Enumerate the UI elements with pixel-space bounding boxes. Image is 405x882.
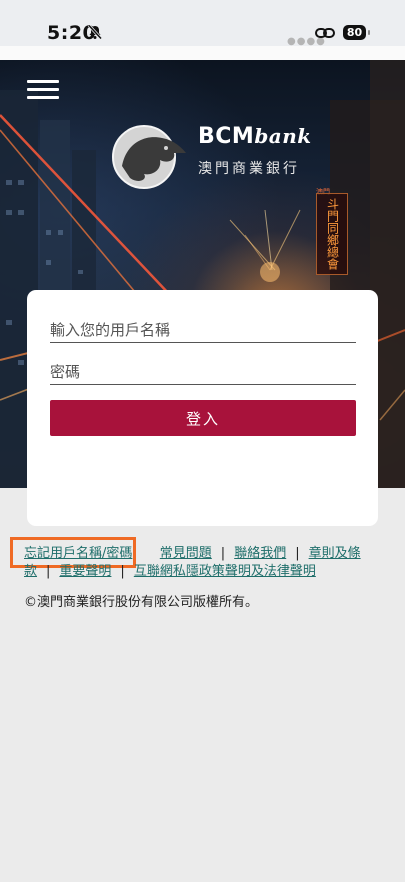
logo-english-main: BCM	[198, 124, 255, 149]
password-input[interactable]	[50, 360, 356, 385]
bell-muted-icon	[87, 24, 103, 40]
contact-link[interactable]: 聯絡我們	[234, 546, 286, 561]
link-icon	[315, 28, 335, 38]
footer-links: 忘記用戶名稱/密碼|常見問題|聯絡我們|章則及條款|重要聲明|互聯網私隱政策聲明…	[24, 545, 376, 581]
copyright-text: ©澳門商業銀行股份有限公司版權所有。	[24, 595, 259, 610]
battery-tip	[368, 30, 370, 35]
status-bar: 5:20 ●●●● 80	[0, 0, 405, 47]
separator: |	[120, 564, 125, 579]
menu-icon[interactable]	[27, 80, 59, 100]
privacy-legal-link[interactable]: 互聯網私隱政策聲明及法律聲明	[134, 564, 316, 579]
battery-icon: 80	[343, 25, 366, 40]
separator: |	[295, 546, 300, 561]
dragon-icon	[112, 125, 186, 189]
faq-link[interactable]: 常見問題	[160, 546, 212, 561]
top-strip	[0, 46, 405, 60]
bcm-logo: BCMbank 澳門商業銀行	[108, 120, 318, 190]
logo-english-sub: bank	[254, 124, 312, 148]
neon-sign-text: 斗門同鄉總會	[325, 198, 340, 270]
login-card: 登入	[27, 290, 378, 526]
separator: |	[220, 546, 226, 561]
neon-sign: 斗門同鄉總會	[316, 193, 348, 275]
separator: |	[46, 564, 51, 579]
logo-english: BCMbank	[198, 124, 312, 149]
forgot-credentials-link[interactable]: 忘記用戶名稱/密碼	[24, 546, 132, 561]
logo-chinese: 澳門商業銀行	[198, 161, 300, 177]
login-button[interactable]: 登入	[50, 400, 356, 436]
username-input[interactable]	[50, 318, 356, 343]
notice-link[interactable]: 重要聲明	[59, 564, 111, 579]
